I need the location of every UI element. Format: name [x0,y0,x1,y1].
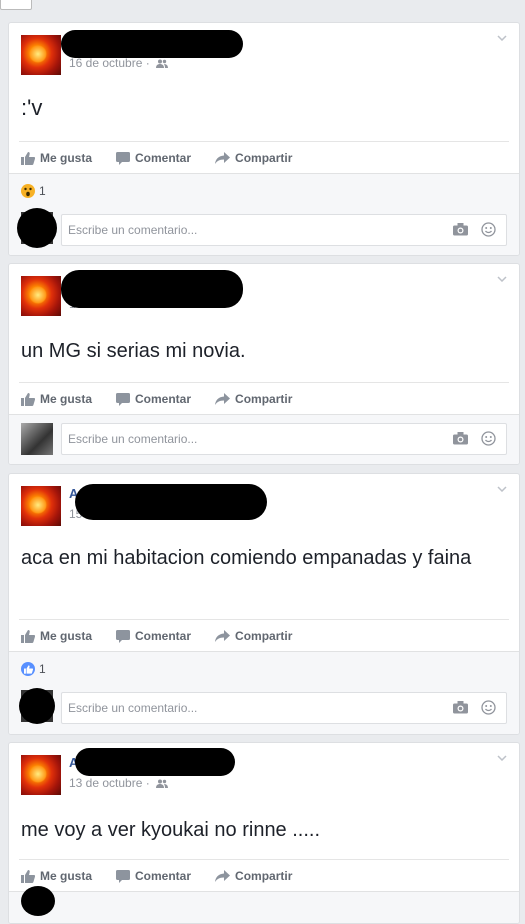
like-button[interactable]: Me gusta [19,392,92,406]
camera-icon[interactable] [453,432,468,445]
thumbs-up-icon [21,629,35,643]
chevron-down-icon[interactable] [497,755,507,761]
reactions-summary[interactable]: 1 [21,184,46,198]
reactions-summary[interactable]: 1 [21,662,46,676]
comment-area: 1 Escribe un comentario... [9,173,519,255]
post-card: 16 de octubre · un MG si serias mi novia… [8,263,520,465]
chevron-down-icon[interactable] [497,276,507,282]
post-meta: 16 de octubre · [69,56,169,70]
post-text: un MG si serias mi novia. [21,340,246,362]
reaction-count: 1 [39,662,46,676]
like-button[interactable]: Me gusta [19,629,92,643]
comment-input[interactable]: Escribe un comentario... [61,423,507,455]
share-arrow-icon [215,630,231,642]
commenter-avatar [21,423,53,455]
comment-button[interactable]: Comentar [114,151,191,165]
post-text: :'v [21,95,43,120]
redaction-mark [17,208,57,248]
comment-area [9,886,519,923]
share-arrow-icon [215,152,231,164]
redaction-mark [75,484,267,520]
author-avatar[interactable] [21,486,61,526]
comment-input[interactable]: Escribe un comentario... [61,692,507,724]
speech-bubble-icon [116,392,131,406]
post-date[interactable]: 16 de octubre [69,56,142,70]
share-button[interactable]: Compartir [213,869,292,883]
thumbs-up-icon [21,392,35,406]
thumbs-up-icon [21,151,35,165]
redaction-mark [19,688,55,724]
friends-audience-icon[interactable] [156,59,169,69]
speech-bubble-icon [116,629,131,643]
author-avatar[interactable] [21,755,61,795]
share-button[interactable]: Compartir [213,392,292,406]
post-card: 16 de octubre · :'v Me gusta Comentar Co… [8,22,520,256]
post-actions: Me gusta Comentar Compartir [19,619,509,652]
redaction-mark [61,30,243,58]
share-button[interactable]: Compartir [213,151,292,165]
redaction-mark [75,748,235,776]
comment-button[interactable]: Comentar [114,392,191,406]
post-meta: 13 de octubre · [69,776,169,790]
post-card: A 15 de octubre · aca en mi habitacion c… [8,473,520,735]
post-date[interactable]: 13 de octubre [69,776,142,790]
like-reaction-icon [21,662,35,676]
post-text: me voy a ver kyoukai no rinne ..... [21,819,321,841]
redaction-mark [61,270,243,308]
comment-area: 1 Escribe un comentario... [9,651,519,734]
emoji-icon[interactable] [481,700,496,715]
camera-icon[interactable] [453,701,468,714]
share-button[interactable]: Compartir [213,629,292,643]
emoji-icon[interactable] [481,222,496,237]
comment-button[interactable]: Comentar [114,629,191,643]
top-dropdown-fragment[interactable] [0,0,32,10]
thumbs-up-icon [21,869,35,883]
speech-bubble-icon [116,869,131,883]
friends-audience-icon[interactable] [156,779,169,789]
like-button[interactable]: Me gusta [19,869,92,883]
author-avatar[interactable] [21,35,61,75]
emoji-icon[interactable] [481,431,496,446]
redaction-mark [21,886,55,916]
chevron-down-icon[interactable] [497,486,507,492]
post-actions: Me gusta Comentar Compartir [19,382,509,415]
camera-icon[interactable] [453,223,468,236]
share-arrow-icon [215,393,231,405]
like-button[interactable]: Me gusta [19,151,92,165]
post-text: aca en mi habitacion comiendo empanadas … [21,547,472,569]
share-arrow-icon [215,870,231,882]
post-actions: Me gusta Comentar Compartir [19,859,509,892]
comment-area: Escribe un comentario... [9,414,519,464]
wow-reaction-icon [21,184,35,198]
chevron-down-icon[interactable] [497,35,507,41]
reaction-count: 1 [39,184,46,198]
comment-button[interactable]: Comentar [114,869,191,883]
speech-bubble-icon [116,151,131,165]
author-avatar[interactable] [21,276,61,316]
comment-input[interactable]: Escribe un comentario... [61,214,507,246]
post-card: A 13 de octubre · me voy a ver kyoukai n… [8,742,520,924]
post-actions: Me gusta Comentar Compartir [19,141,509,174]
